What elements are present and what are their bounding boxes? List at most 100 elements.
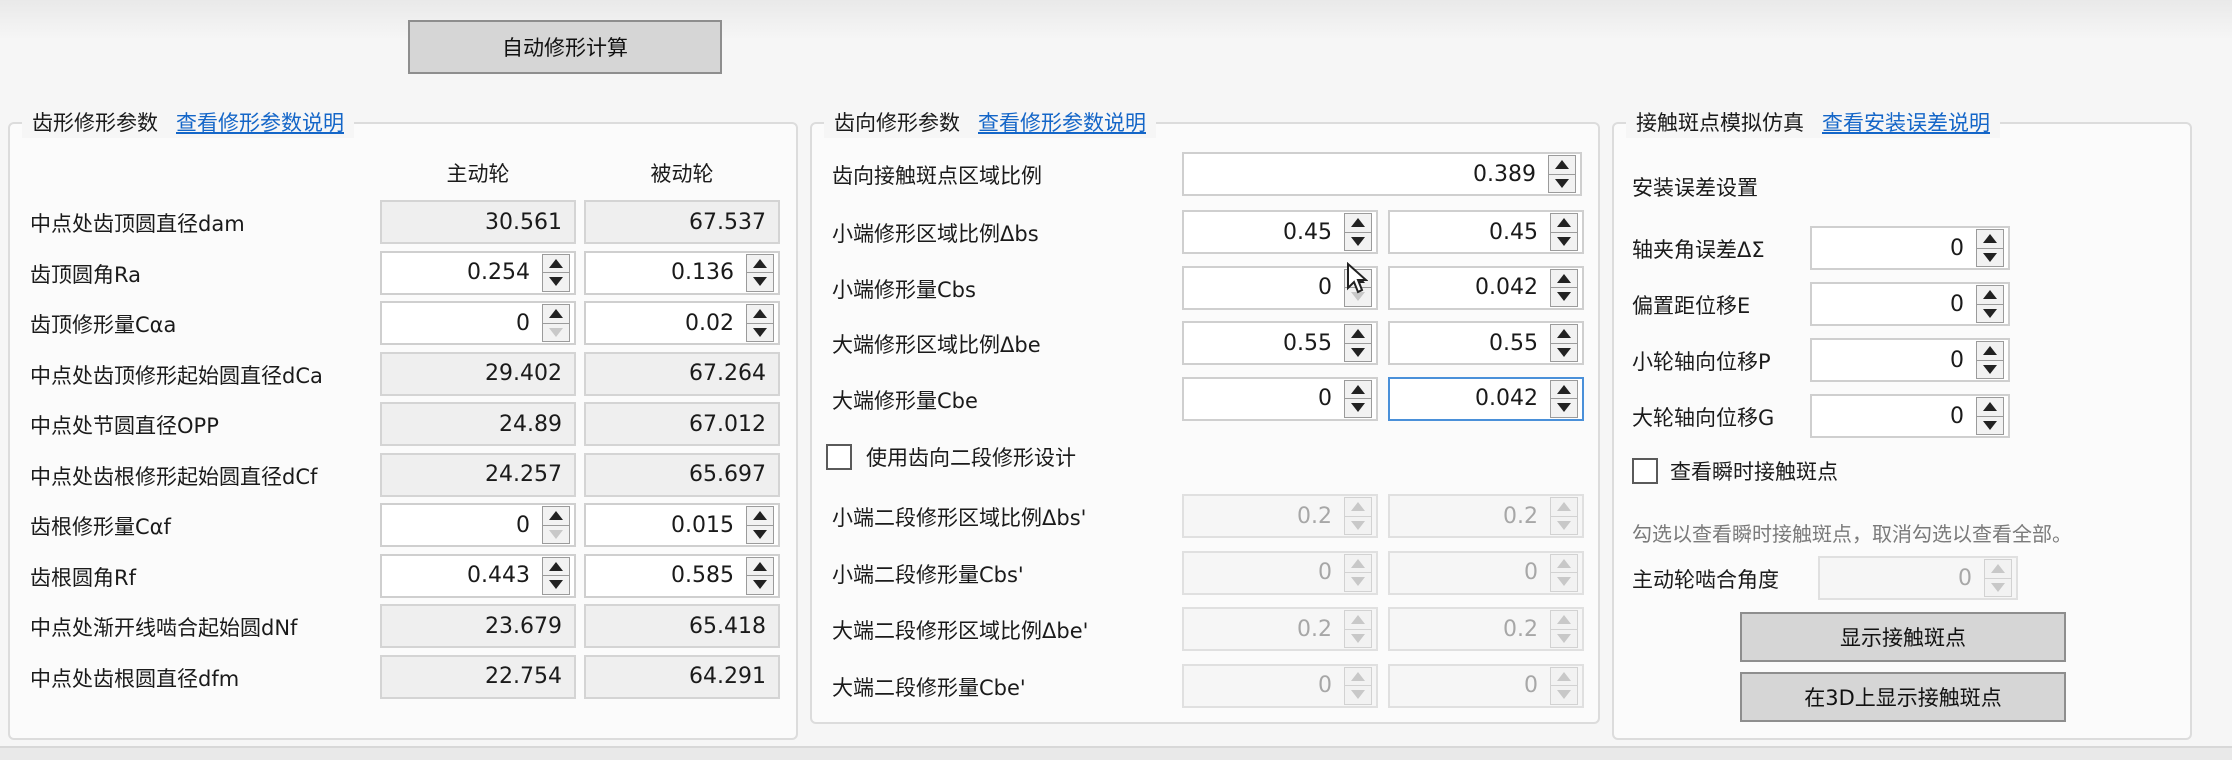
value-spinner[interactable] [1550,497,1578,535]
spin-down-icon[interactable] [1345,342,1371,362]
lead-value-b-field[interactable]: 0.45 [1388,210,1584,254]
install-error-field[interactable]: 0 [1810,338,2010,382]
value-spinner[interactable] [542,506,570,544]
spin-up-icon[interactable] [1551,668,1577,686]
spin-up-icon[interactable] [1551,214,1577,232]
spin-down-icon[interactable] [543,524,569,544]
contact-ratio-field[interactable]: 0.389 [1182,152,1582,196]
value-spinner[interactable] [746,556,774,595]
driven-value-field[interactable]: 0.02 [584,301,780,345]
two-stage-value-b-field[interactable]: 0.2 [1388,494,1584,538]
value-spinner[interactable] [542,253,570,292]
spin-up-icon[interactable] [747,558,773,576]
spin-down-icon[interactable] [1977,359,2003,379]
value-spinner[interactable] [542,556,570,595]
contact-ratio-spinner[interactable] [1548,155,1576,193]
drive-value-field[interactable]: 0.254 [380,250,576,295]
value-spinner[interactable] [746,253,774,292]
value-spinner[interactable] [1550,324,1578,362]
spin-down-icon[interactable] [1551,398,1577,417]
spin-down-icon[interactable] [1985,577,2011,597]
spin-down-icon[interactable] [1977,247,2003,267]
two-stage-value-a-field[interactable]: 0 [1182,663,1378,708]
two-stage-value-a-field[interactable]: 0.2 [1182,607,1378,651]
spin-up-icon[interactable] [1977,286,2003,304]
install-error-field[interactable]: 0 [1810,282,2010,326]
spin-up-icon[interactable] [1345,611,1371,629]
spin-up-icon[interactable] [1549,156,1575,174]
spin-up-icon[interactable] [543,507,569,525]
value-spinner[interactable] [746,304,774,342]
install-error-field[interactable]: 0 [1810,394,2010,438]
value-spinner[interactable] [1344,324,1372,362]
value-spinner[interactable] [1550,268,1578,307]
install-error-field[interactable]: 0 [1810,226,2010,270]
two-stage-value-a-field[interactable]: 0 [1182,550,1378,595]
spin-down-icon[interactable] [1345,628,1371,648]
spin-down-icon[interactable] [1977,415,2003,435]
spin-down-icon[interactable] [1345,572,1371,591]
lead-value-a-field[interactable]: 0 [1182,376,1378,421]
value-spinner[interactable] [1976,285,2004,323]
spin-up-icon[interactable] [1345,498,1371,516]
spin-up-icon[interactable] [1551,611,1577,629]
spin-up-icon[interactable] [747,255,773,273]
driven-value-field[interactable]: 0.585 [584,553,780,598]
spin-up-icon[interactable] [543,558,569,576]
value-spinner[interactable] [1976,229,2004,267]
spin-up-icon[interactable] [543,255,569,273]
value-spinner[interactable] [746,506,774,544]
spin-down-icon[interactable] [747,322,773,342]
two-stage-value-b-field[interactable]: 0.2 [1388,607,1584,651]
spin-up-icon[interactable] [747,507,773,525]
value-spinner[interactable] [1344,553,1372,592]
spin-down-icon[interactable] [1551,572,1577,591]
spin-up-icon[interactable] [1977,342,2003,360]
two-stage-checkbox[interactable] [826,444,852,470]
spin-up-icon[interactable] [1551,381,1577,399]
spin-up-icon[interactable] [1551,555,1577,573]
lead-value-b-field[interactable]: 0.042 [1388,376,1584,421]
spin-up-icon[interactable] [1345,668,1371,686]
spin-down-icon[interactable] [1551,231,1577,251]
spin-up-icon[interactable] [1345,555,1371,573]
two-stage-value-b-field[interactable]: 0 [1388,663,1584,708]
driven-value-field[interactable]: 0.015 [584,503,780,547]
value-spinner[interactable] [1344,497,1372,535]
value-spinner[interactable] [1976,397,2004,435]
spin-down-icon[interactable] [747,524,773,544]
spin-down-icon[interactable] [1551,342,1577,362]
drive-value-field[interactable]: 0.443 [380,553,576,598]
spin-down-icon[interactable] [543,575,569,594]
spin-down-icon[interactable] [1345,515,1371,535]
value-spinner[interactable] [1344,379,1372,418]
spin-up-icon[interactable] [1977,230,2003,248]
value-spinner[interactable] [542,304,570,342]
value-spinner[interactable] [1550,379,1578,418]
driven-value-field[interactable]: 0.136 [584,250,780,295]
spin-down-icon[interactable] [1345,231,1371,251]
spin-down-icon[interactable] [1977,303,2003,323]
spin-up-icon[interactable] [1985,560,2011,578]
show-contact-3d-button[interactable]: 在3D上显示接触斑点 [1740,672,2066,722]
value-spinner[interactable] [1976,341,2004,379]
drive-value-field[interactable]: 0 [380,503,576,547]
spin-down-icon[interactable] [543,272,569,291]
lead-value-b-field[interactable]: 0.55 [1388,321,1584,365]
value-spinner[interactable] [1550,213,1578,251]
show-contact-button[interactable]: 显示接触斑点 [1740,612,2066,662]
value-spinner[interactable] [1550,553,1578,592]
mesh-angle-spinner[interactable] [1984,559,2012,597]
spin-up-icon[interactable] [1345,214,1371,232]
spin-up-icon[interactable] [1551,270,1577,288]
spin-down-icon[interactable] [1345,685,1371,704]
instant-contact-checkbox[interactable] [1632,458,1658,484]
value-spinner[interactable] [1344,666,1372,705]
spin-down-icon[interactable] [747,272,773,291]
spin-up-icon[interactable] [1551,498,1577,516]
spin-up-icon[interactable] [1977,398,2003,416]
spin-up-icon[interactable] [747,305,773,323]
lead-value-b-field[interactable]: 0.042 [1388,265,1584,310]
spin-down-icon[interactable] [1551,628,1577,648]
spin-down-icon[interactable] [1345,398,1371,417]
